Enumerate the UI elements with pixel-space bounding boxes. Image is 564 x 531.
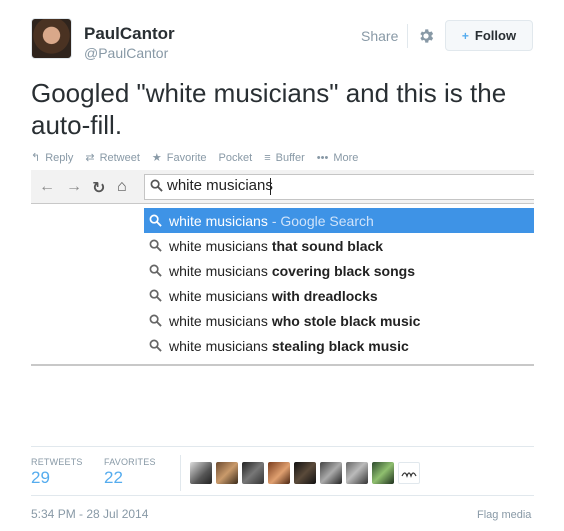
suggestion-completion: who stole black music — [271, 312, 421, 329]
autocomplete-dropdown: white musicians - Google Search white mu… — [144, 208, 534, 358]
buffer-icon: ≡ — [264, 151, 271, 164]
display-name[interactable]: PaulCantor — [84, 24, 175, 44]
search-icon — [149, 264, 162, 277]
follow-button[interactable]: + Follow — [445, 20, 533, 51]
share-button[interactable]: Share — [361, 28, 398, 44]
suggestion-item: white musicians - Google Search — [144, 208, 534, 233]
more-label: More — [333, 151, 359, 164]
favorite-label: Favorite — [166, 151, 207, 164]
gear-icon[interactable] — [417, 27, 435, 45]
search-icon — [150, 179, 163, 192]
favorites-label[interactable]: FAVORITES — [104, 457, 156, 467]
buffer-label: Buffer — [275, 151, 305, 164]
script-logo-icon — [401, 472, 417, 478]
suggestion-completion: stealing black music — [271, 337, 409, 354]
avatar[interactable] — [398, 462, 420, 484]
suggestion-item: white musicians that sound black — [144, 233, 534, 258]
more-dots-icon: ••• — [316, 151, 329, 164]
reply-action[interactable]: ↰ Reply — [31, 151, 74, 165]
text-caret — [270, 178, 271, 195]
favoriter-avatars — [190, 462, 420, 484]
suggestion-item: white musicians who stole black music — [144, 308, 534, 333]
suggestion-item: white musicians with dreadlocks — [144, 283, 534, 308]
suggestion-query: white musicians — [169, 287, 268, 304]
suggestion-item: white musicians stealing black music — [144, 333, 534, 358]
tweet-text: Googled "white musicians" and this is th… — [31, 77, 531, 141]
suggestion-completion: covering black songs — [271, 262, 415, 279]
flag-media-link[interactable]: Flag media — [477, 509, 531, 521]
search-icon — [149, 214, 162, 227]
reload-icon: ↻ — [92, 180, 106, 197]
buffer-action[interactable]: ≡ Buffer — [264, 152, 305, 164]
avatar[interactable] — [346, 462, 368, 484]
screen-name[interactable]: @PaulCantor — [84, 45, 168, 61]
suggestion-completion: with dreadlocks — [271, 287, 378, 304]
avatar[interactable] — [31, 18, 72, 59]
search-icon — [149, 339, 162, 352]
add-user-icon: + — [461, 28, 469, 43]
avatar[interactable] — [190, 462, 212, 484]
retweets-count[interactable]: 29 — [31, 468, 50, 488]
reply-icon: ↰ — [31, 152, 41, 164]
search-icon — [149, 314, 162, 327]
back-arrow-icon: ← — [39, 178, 55, 195]
follow-label: Follow — [474, 28, 517, 43]
retweet-label: Retweet — [99, 151, 140, 164]
stats-divider-top — [31, 446, 534, 447]
home-icon: ⌂ — [117, 178, 127, 195]
suggestion-query: white musicians — [169, 312, 268, 329]
pocket-label: Pocket — [218, 151, 253, 164]
suggestion-completion: that sound black — [271, 237, 384, 254]
avatar[interactable] — [268, 462, 290, 484]
avatar[interactable] — [372, 462, 394, 484]
tweet-text-line-2: auto-fill. — [31, 110, 123, 140]
retweets-label[interactable]: RETWEETS — [31, 457, 83, 467]
tweet-actions: ↰ Reply ⇄ Retweet ★ Favorite Pocket ≡ Bu… — [31, 151, 359, 165]
reply-label: Reply — [45, 151, 74, 164]
forward-arrow-icon: → — [66, 178, 82, 195]
suggestion-query: white musicians — [169, 212, 268, 229]
avatar[interactable] — [216, 462, 238, 484]
omnibox-text: white musicians — [167, 177, 273, 194]
search-icon — [149, 289, 162, 302]
search-icon — [149, 239, 162, 252]
avatar[interactable] — [294, 462, 316, 484]
suggestion-item: white musicians covering black songs — [144, 258, 534, 283]
suggestion-query: white musicians — [169, 337, 268, 354]
stats-separator — [180, 455, 181, 491]
star-icon: ★ — [151, 152, 162, 164]
favorite-action[interactable]: ★ Favorite — [151, 151, 207, 165]
more-action[interactable]: ••• More — [317, 152, 359, 164]
pocket-action[interactable]: Pocket — [219, 152, 253, 164]
suggestion-query: white musicians — [169, 237, 268, 254]
tweet-timestamp[interactable]: 5:34 PM - 28 Jul 2014 — [31, 507, 148, 521]
retweet-action[interactable]: ⇄ Retweet — [85, 151, 140, 165]
favorites-count[interactable]: 22 — [104, 468, 123, 488]
avatar[interactable] — [242, 462, 264, 484]
suggestion-query: white musicians — [169, 262, 268, 279]
header-divider — [407, 24, 408, 48]
stats-divider-bottom — [31, 495, 534, 496]
retweet-icon: ⇄ — [85, 152, 95, 164]
suggestion-suffix: - Google Search — [271, 212, 374, 229]
avatar[interactable] — [320, 462, 342, 484]
tweet-text-line-1: Googled "white musicians" and this is th… — [31, 78, 507, 108]
